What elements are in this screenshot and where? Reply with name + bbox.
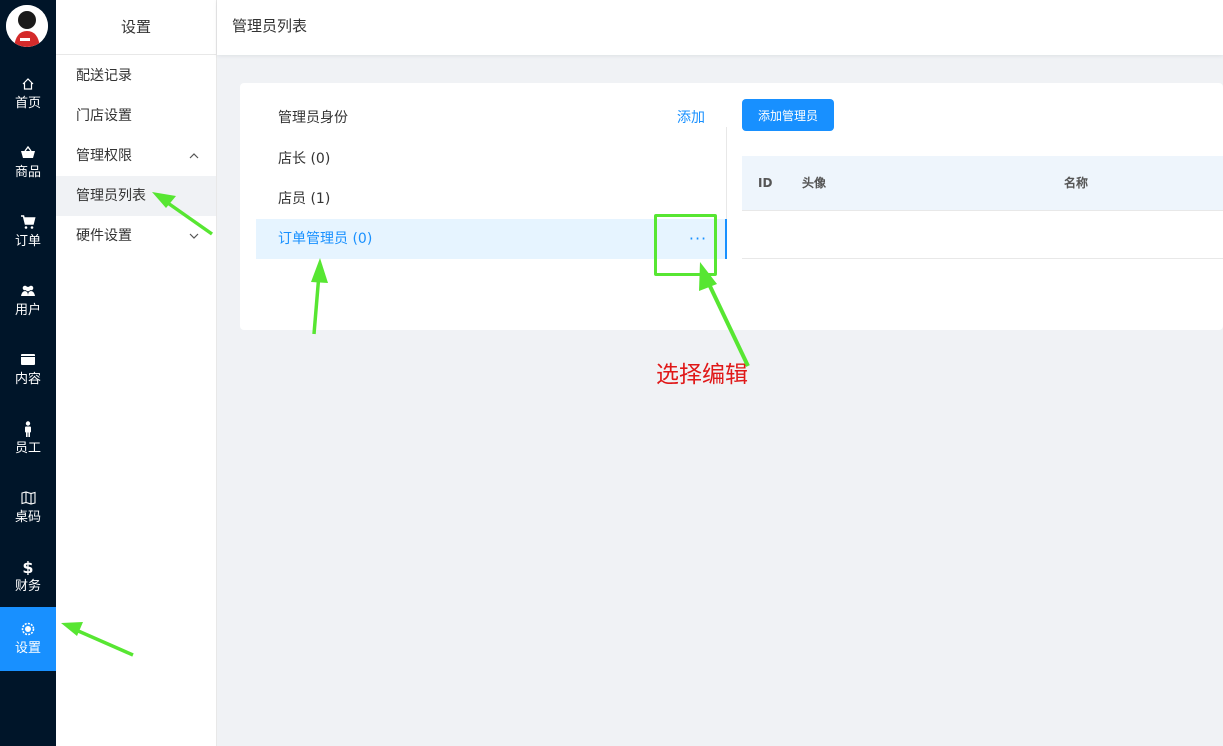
- svg-text:$: $: [22, 559, 33, 575]
- nav-finance[interactable]: $ 财务: [0, 545, 56, 609]
- nav-orders-label: 订单: [14, 233, 41, 249]
- nav-users[interactable]: 用户: [0, 269, 56, 333]
- users-icon: [20, 283, 36, 299]
- nav-products[interactable]: 商品: [0, 131, 56, 195]
- settings-icon: [20, 621, 36, 637]
- sidebar-item-delivery-records[interactable]: 配送记录: [56, 56, 216, 96]
- nav-settings-label: 设置: [14, 640, 41, 656]
- user-avatar[interactable]: [6, 5, 48, 47]
- role-item-order-admin[interactable]: 订单管理员 (0) ···: [256, 219, 726, 259]
- sidebar-item-label: 管理员列表: [76, 188, 146, 204]
- column-header-avatar: 头像: [802, 176, 827, 190]
- active-indicator: [725, 219, 727, 259]
- nav-content-label: 内容: [14, 371, 41, 387]
- annotation-text: 选择编辑: [656, 362, 748, 388]
- folder-icon: [20, 352, 36, 368]
- column-header-name: 名称: [1064, 176, 1089, 190]
- home-icon: [20, 76, 36, 92]
- nav-home[interactable]: 首页: [0, 62, 56, 126]
- sidebar-item-label: 管理权限: [76, 148, 132, 164]
- dollar-icon: $: [20, 559, 36, 575]
- sidebar-item-hardware-settings[interactable]: 硬件设置: [56, 216, 216, 256]
- nav-staff[interactable]: 员工: [0, 407, 56, 471]
- admin-table-body: [742, 211, 1223, 259]
- nav-settings[interactable]: 设置: [0, 607, 56, 671]
- page-title: 管理员列表: [232, 17, 308, 35]
- page-header: 管理员列表: [217, 0, 1223, 55]
- map-icon: [20, 490, 36, 506]
- more-options-icon[interactable]: ···: [684, 219, 712, 259]
- nav-home-label: 首页: [14, 95, 41, 111]
- settings-sidebar: 设置 配送记录 门店设置 管理权限 管理员列表 硬件设置: [56, 0, 217, 746]
- cart-icon: [20, 214, 36, 230]
- sidebar-item-store-settings[interactable]: 门店设置: [56, 96, 216, 136]
- chevron-down-icon: [188, 216, 200, 256]
- person-icon: [20, 420, 36, 437]
- nav-orders[interactable]: 订单: [0, 200, 56, 264]
- sidebar-item-label: 门店设置: [76, 108, 132, 124]
- basket-icon: [20, 145, 36, 161]
- role-item-clerk[interactable]: 店员 (1): [256, 179, 726, 219]
- nav-products-label: 商品: [14, 164, 41, 180]
- sidebar-item-permissions[interactable]: 管理权限: [56, 136, 216, 176]
- nav-users-label: 用户: [14, 302, 41, 318]
- sidebar-item-label: 配送记录: [76, 68, 132, 84]
- sidebar-item-admin-list[interactable]: 管理员列表: [56, 176, 216, 216]
- admin-table-header: ID 头像 名称: [742, 156, 1223, 211]
- add-admin-button[interactable]: 添加管理员: [742, 99, 834, 131]
- sidebar-item-label: 硬件设置: [76, 228, 132, 244]
- column-header-id: ID: [758, 176, 773, 190]
- nav-content[interactable]: 内容: [0, 338, 56, 402]
- nav-staff-label: 员工: [14, 440, 41, 456]
- role-item-label: 店长 (0): [278, 151, 331, 167]
- admin-card: 管理员身份 添加 店长 (0) 店员 (1) 订单管理员 (0) ··· 添加管…: [240, 83, 1223, 330]
- sidebar-title: 设置: [56, 0, 216, 55]
- nav-table-codes-label: 桌码: [14, 509, 41, 525]
- role-item-store-manager[interactable]: 店长 (0): [256, 139, 726, 179]
- role-item-label: 订单管理员 (0): [278, 231, 373, 247]
- nav-table-codes[interactable]: 桌码: [0, 476, 56, 540]
- role-item-label: 店员 (1): [278, 191, 331, 207]
- chevron-up-icon: [188, 136, 200, 176]
- add-role-link[interactable]: 添加: [677, 107, 705, 127]
- roles-heading: 管理员身份: [278, 110, 348, 126]
- main-nav-rail: 首页 商品 订单 用户 内容 员工 桌码 $ 财务 设置: [0, 0, 56, 746]
- nav-finance-label: 财务: [14, 578, 41, 594]
